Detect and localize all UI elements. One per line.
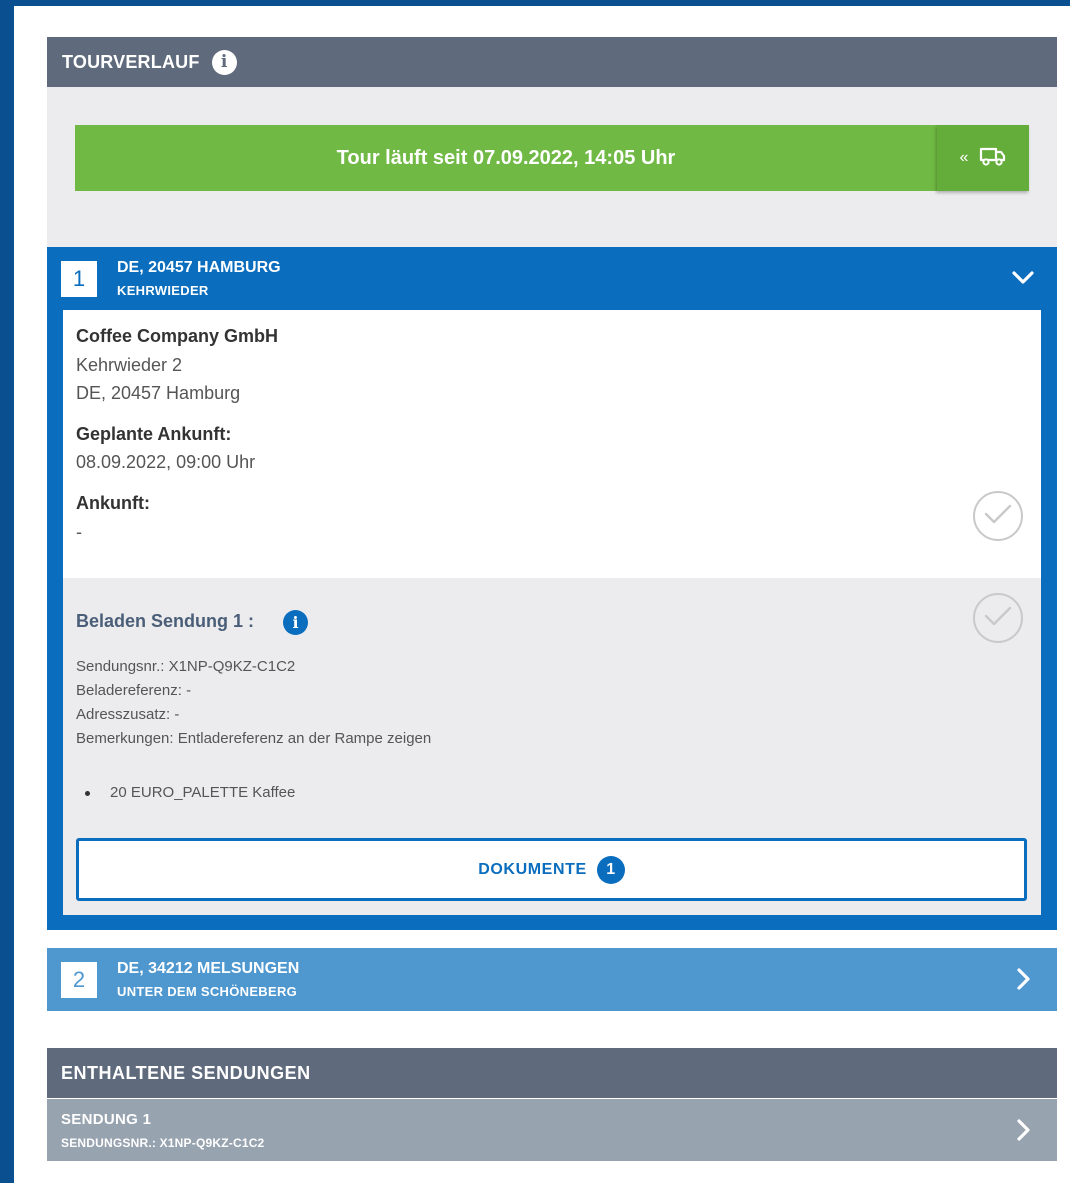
stop-card-2[interactable]: 2 DE, 34212 MELSUNGEN UNTER DEM SCHÖNEBE… <box>47 948 1057 1011</box>
stop-street: KEHRWIEDER <box>117 283 209 298</box>
tour-panel-header: TOURVERLAUF i <box>47 37 1057 87</box>
documents-count-badge: 1 <box>596 855 625 884</box>
stop-location: DE, 34212 MELSUNGEN <box>117 960 300 977</box>
stop-header-1[interactable]: 1 DE, 20457 HAMBURG KEHRWIEDER <box>47 247 1057 310</box>
info-icon[interactable]: i <box>283 610 308 635</box>
arrival-label: Ankunft: <box>76 493 150 513</box>
documents-label: DOKUMENTE <box>478 860 587 878</box>
stop-address-section: Coffee Company GmbH Kehrwieder 2 DE, 204… <box>63 310 1041 578</box>
stop-card-1: 1 DE, 20457 HAMBURG KEHRWIEDER Coffee Co… <box>47 247 1057 930</box>
shipments-panel-title: ENTHALTENE SENDUNGEN <box>61 1062 311 1083</box>
loading-check-button[interactable] <box>973 593 1023 643</box>
stop-location: DE, 20457 HAMBURG <box>117 259 281 276</box>
shipment-row-title: SENDUNG 1 <box>61 1111 152 1128</box>
tour-status-text: Tour läuft seit 07.09.2022, 14:05 Uhr <box>336 146 676 169</box>
window-frame-top <box>0 0 1070 6</box>
info-icon[interactable]: i <box>211 49 237 75</box>
checkmark-icon <box>983 604 1013 633</box>
chevron-right-icon <box>1011 964 1035 999</box>
tour-panel-title: TOURVERLAUF <box>62 51 200 72</box>
shipment-row-number: SENDUNGSNR.: X1NP-Q9KZ-C1C2 <box>61 1136 265 1150</box>
stop-number: 2 <box>61 962 97 998</box>
shipment-title: Beladen Sendung 1 : <box>76 611 255 631</box>
checkmark-icon <box>983 502 1013 531</box>
shipment-row[interactable]: SENDUNG 1 SENDUNGSNR.: X1NP-Q9KZ-C1C2 <box>47 1099 1057 1161</box>
shipments-panel-header: ENTHALTENE SENDUNGEN <box>47 1048 1057 1098</box>
chevron-down-icon <box>1011 263 1035 298</box>
truck-icon <box>978 145 1006 172</box>
bullet-icon <box>85 790 90 796</box>
window-frame-left <box>0 0 14 1183</box>
tour-collapse-button[interactable]: « <box>937 125 1029 191</box>
planned-arrival-value: 08.09.2022, 09:00 Uhr <box>76 452 256 472</box>
planned-arrival-label: Geplante Ankunft: <box>76 424 232 444</box>
loading-reference: Beladereferenz: - <box>76 682 192 699</box>
shipment-section: Beladen Sendung 1 : i Sendungsnr.: X1NP-… <box>63 578 1041 915</box>
tour-status-bar: Tour läuft seit 07.09.2022, 14:05 Uhr <box>75 125 937 191</box>
double-chevron-left-icon: « <box>959 149 969 166</box>
company-name: Coffee Company GmbH <box>76 326 279 346</box>
stop-street: UNTER DEM SCHÖNEBERG <box>117 984 298 999</box>
list-item: 20 EURO_PALETTE Kaffee <box>85 784 295 801</box>
chevron-right-icon <box>1011 1115 1035 1150</box>
documents-button[interactable]: DOKUMENTE 1 <box>76 838 1027 901</box>
stop-number: 1 <box>61 261 97 297</box>
arrival-check-button[interactable] <box>973 491 1023 541</box>
arrival-value: - <box>76 522 82 542</box>
address-street: Kehrwieder 2 <box>76 355 183 375</box>
cargo-item: 20 EURO_PALETTE Kaffee <box>110 784 296 801</box>
address-city: DE, 20457 Hamburg <box>76 383 241 403</box>
remarks: Bemerkungen: Entladereferenz an der Ramp… <box>76 730 432 747</box>
shipment-number: Sendungsnr.: X1NP-Q9KZ-C1C2 <box>76 658 296 675</box>
address-addition: Adresszusatz: - <box>76 706 180 723</box>
